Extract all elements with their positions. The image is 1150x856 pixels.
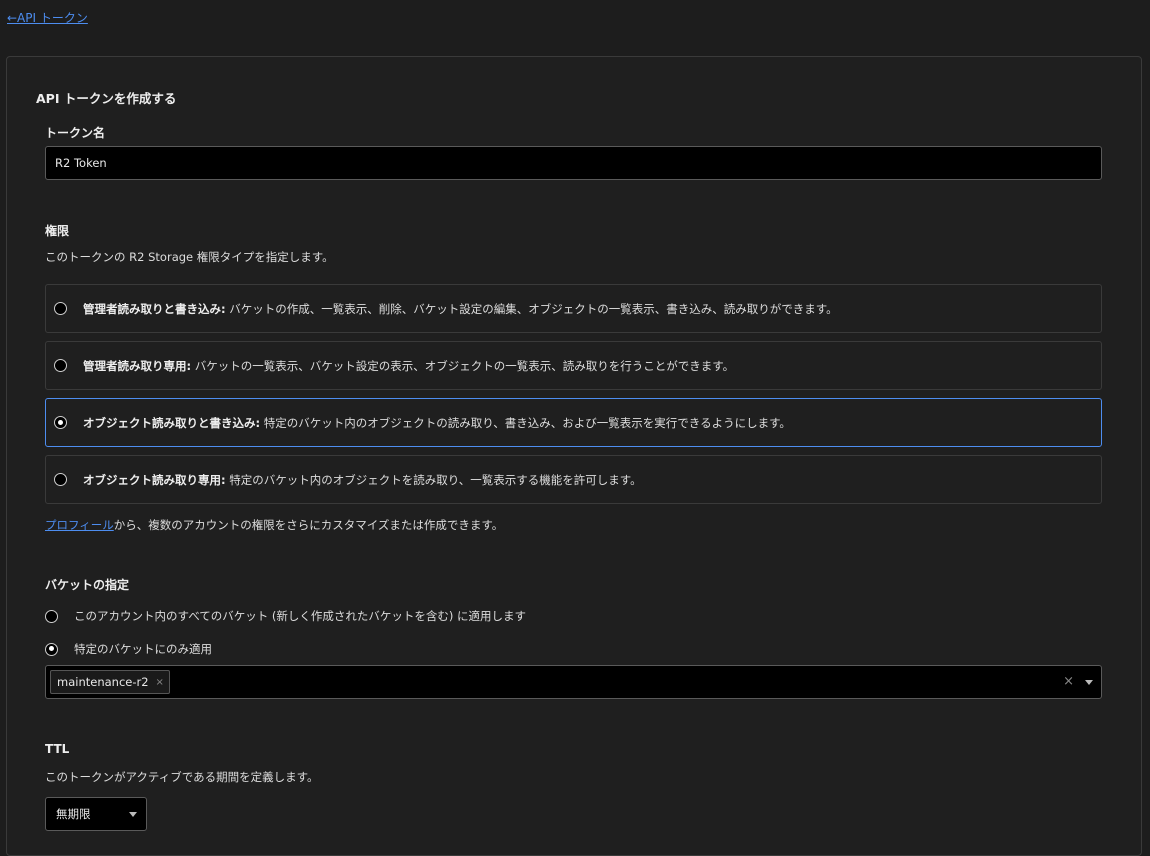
- permission-option-text: オブジェクト読み取りと書き込み: 特定のバケット内のオブジェクトの読み取り、書き…: [83, 415, 791, 431]
- token-name-label: トークン名: [45, 126, 106, 140]
- radio-admin-read-write[interactable]: [54, 302, 67, 315]
- buckets-label: バケットの指定: [45, 578, 130, 592]
- profile-note-text: から、複数のアカウントの権限をさらにカスタマイズまたは作成できます。: [113, 518, 504, 532]
- bucket-multi-select[interactable]: maintenance-r2 × ×: [45, 665, 1102, 699]
- tag-remove-icon[interactable]: ×: [156, 677, 164, 688]
- permission-option-text: 管理者読み取りと書き込み: バケットの作成、一覧表示、削除、バケット設定の編集、…: [83, 301, 838, 317]
- page-title: API トークンを作成する: [36, 91, 177, 106]
- ttl-label: TTL: [45, 742, 70, 756]
- radio-all-buckets[interactable]: [45, 609, 58, 623]
- permission-option-title: 管理者読み取り専用:: [83, 358, 192, 373]
- permissions-label: 権限: [45, 224, 70, 238]
- permission-option-object-read-write[interactable]: オブジェクト読み取りと書き込み: 特定のバケット内のオブジェクトの読み取り、書き…: [45, 398, 1102, 447]
- radio-object-read-only[interactable]: [54, 473, 67, 486]
- permission-option-description: バケットの作成、一覧表示、削除、バケット設定の編集、オブジェクトの一覧表示、書き…: [225, 301, 838, 316]
- chevron-down-icon[interactable]: [1085, 680, 1093, 685]
- permission-option-description: 特定のバケット内のオブジェクトを読み取り、一覧表示する機能を許可します。: [225, 472, 642, 487]
- permission-option-text: オブジェクト読み取り専用: 特定のバケット内のオブジェクトを読み取り、一覧表示す…: [83, 472, 642, 488]
- radio-specific-buckets[interactable]: [45, 642, 58, 656]
- permissions-description: このトークンの R2 Storage 権限タイプを指定します。: [45, 250, 334, 264]
- bucket-tag: maintenance-r2 ×: [50, 670, 170, 694]
- permission-option-admin-read-only[interactable]: 管理者読み取り専用: バケットの一覧表示、バケット設定の表示、オブジェクトの一覧…: [45, 341, 1102, 390]
- create-token-card: API トークンを作成する トークン名 権限 このトークンの R2 Storag…: [6, 56, 1142, 856]
- radio-admin-read-only[interactable]: [54, 359, 67, 372]
- profile-note: プロフィールから、複数のアカウントの権限をさらにカスタマイズまたは作成できます。: [45, 517, 503, 533]
- bucket-option-specific[interactable]: 特定のバケットにのみ適用: [45, 641, 212, 657]
- permission-option-title: オブジェクト読み取り専用:: [83, 472, 226, 487]
- permission-option-description: バケットの一覧表示、バケット設定の表示、オブジェクトの一覧表示、読み取りを行うこ…: [191, 358, 735, 373]
- bucket-option-label: 特定のバケットにのみ適用: [74, 642, 212, 656]
- permission-option-title: オブジェクト読み取りと書き込み:: [83, 415, 261, 430]
- permission-option-description: 特定のバケット内のオブジェクトの読み取り、書き込み、および一覧表示を実行できるよ…: [260, 415, 791, 430]
- back-to-api-tokens-link[interactable]: ←API トークン: [7, 9, 88, 26]
- ttl-description: このトークンがアクティブである期間を定義します。: [45, 770, 319, 784]
- radio-object-read-write[interactable]: [54, 416, 67, 429]
- ttl-select[interactable]: 無期限: [45, 797, 147, 831]
- permission-option-text: 管理者読み取り専用: バケットの一覧表示、バケット設定の表示、オブジェクトの一覧…: [83, 358, 734, 374]
- permission-option-title: 管理者読み取りと書き込み:: [83, 301, 226, 316]
- clear-selection-icon[interactable]: ×: [1063, 674, 1074, 689]
- profile-link[interactable]: プロフィール: [45, 518, 114, 532]
- permission-option-admin-read-write[interactable]: 管理者読み取りと書き込み: バケットの作成、一覧表示、削除、バケット設定の編集、…: [45, 284, 1102, 333]
- bucket-option-label: このアカウント内のすべてのバケット (新しく作成されたバケットを含む) に適用し…: [74, 609, 527, 623]
- ttl-selected-value: 無期限: [56, 807, 91, 821]
- permission-option-object-read-only[interactable]: オブジェクト読み取り専用: 特定のバケット内のオブジェクトを読み取り、一覧表示す…: [45, 455, 1102, 504]
- chevron-down-icon: [129, 812, 137, 817]
- bucket-option-all[interactable]: このアカウント内のすべてのバケット (新しく作成されたバケットを含む) に適用し…: [45, 608, 526, 624]
- bucket-tag-label: maintenance-r2: [57, 675, 149, 689]
- token-name-input[interactable]: [45, 146, 1102, 180]
